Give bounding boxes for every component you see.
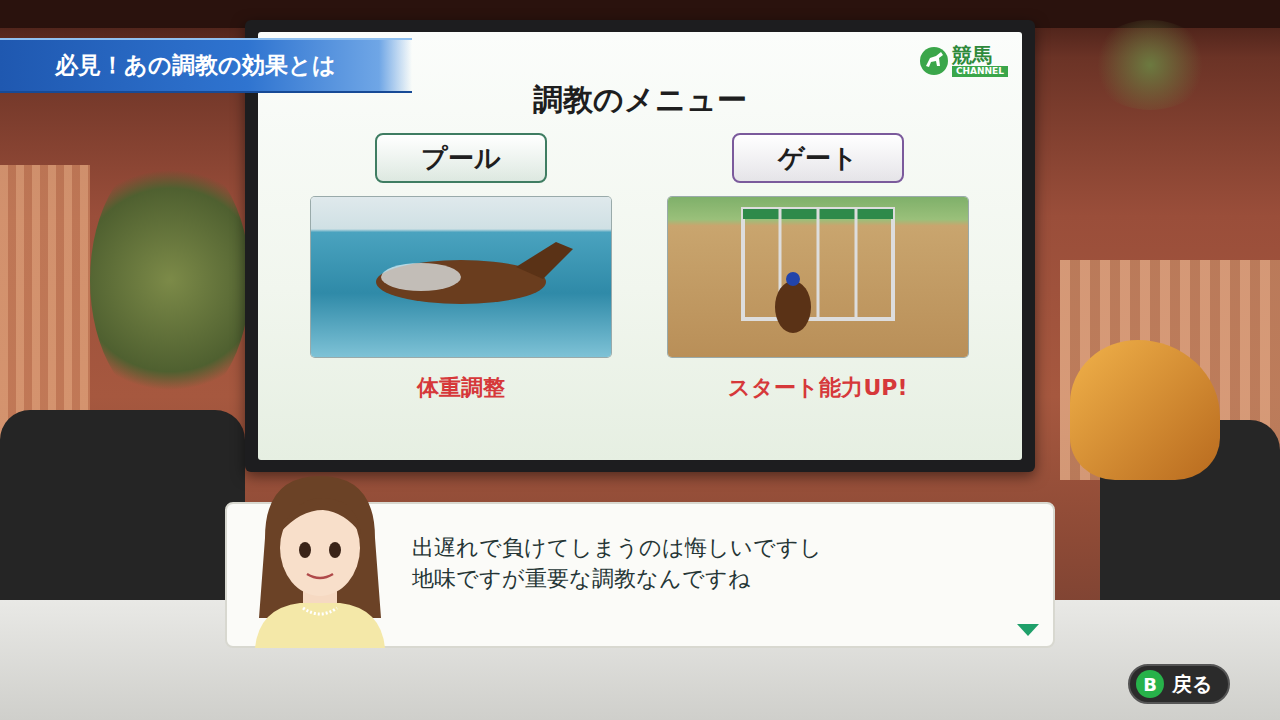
logo-text: 競馬CHANNEL <box>952 44 1008 77</box>
scenery <box>90 150 250 410</box>
board-panel: 調教のメニュープール体重調整ゲートスタート能力UP!競馬CHANNEL <box>258 32 1022 460</box>
logo-title: 競馬 <box>952 44 992 66</box>
menu-label: プール <box>421 141 501 176</box>
effect-caption: 体重調整 <box>417 373 505 403</box>
scenery <box>1090 20 1210 110</box>
menu-label: ゲート <box>778 141 858 176</box>
menu-button[interactable]: ゲート <box>732 133 904 183</box>
menu-button[interactable]: プール <box>375 133 547 183</box>
scenery <box>0 410 245 610</box>
starting-gate-icon <box>668 197 968 357</box>
back-label: 戻る <box>1172 671 1212 698</box>
b-key-icon: B <box>1136 670 1164 698</box>
logo-sub: CHANNEL <box>952 66 1008 77</box>
horse-icon <box>919 46 949 76</box>
dialog-box[interactable]: 出遅れで負けてしまうのは悔しいですし地味ですが重要な調教なんですね <box>225 502 1055 648</box>
continue-arrow-icon <box>1017 624 1039 636</box>
effect-caption: スタート能力UP! <box>728 373 907 403</box>
topic-banner: 必見！あの調教の効果とは <box>0 38 412 93</box>
dialog-line: 出遅れで負けてしまうのは悔しいですし <box>412 532 1023 563</box>
menu-columns: プール体重調整ゲートスタート能力UP! <box>258 133 1022 403</box>
horse-swimming-icon <box>311 197 611 357</box>
channel-logo: 競馬CHANNEL <box>919 44 1008 77</box>
back-button[interactable]: B 戻る <box>1128 664 1230 704</box>
dialog-line: 地味ですが重要な調教なんですね <box>412 563 1023 594</box>
pool-picture <box>311 197 611 357</box>
presenter-avatar-icon <box>245 468 395 648</box>
gate-picture <box>668 197 968 357</box>
menu-column: ゲートスタート能力UP! <box>668 133 968 403</box>
menu-column: プール体重調整 <box>311 133 611 403</box>
